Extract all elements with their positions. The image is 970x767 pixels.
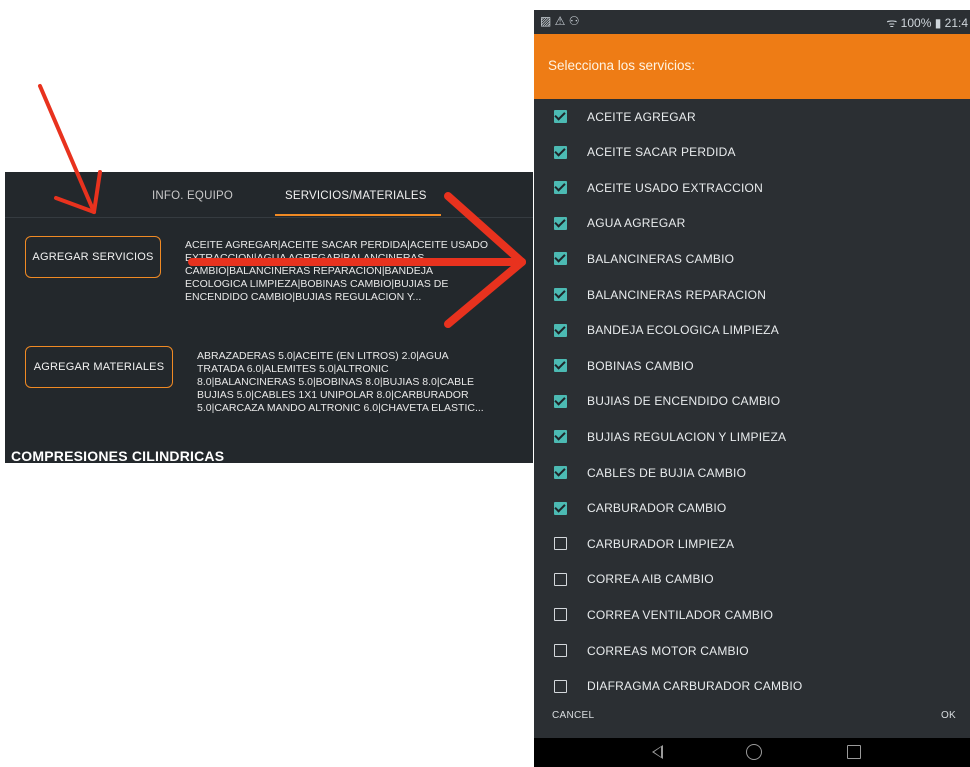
- service-option-label: BALANCINERAS REPARACION: [587, 287, 767, 302]
- service-option[interactable]: BALANCINERAS CAMBIO: [534, 241, 970, 276]
- tab-bar: INFO. EQUIPO SERVICIOS/MATERIALES: [5, 172, 533, 218]
- service-option-label: BOBINAS CAMBIO: [587, 358, 694, 373]
- status-indicators: ᯤ 100% ▮ 21:4: [886, 16, 968, 30]
- service-option-label: AGUA AGREGAR: [587, 216, 686, 231]
- services-summary: ACEITE AGREGAR|ACEITE SACAR PERDIDA|ACEI…: [185, 239, 489, 303]
- service-option[interactable]: AGUA AGREGAR: [534, 206, 970, 241]
- service-option[interactable]: BUJIAS DE ENCENDIDO CAMBIO: [534, 384, 970, 419]
- active-tab-indicator: [275, 214, 441, 216]
- service-option[interactable]: CORREA AIB CAMBIO: [534, 562, 970, 597]
- checkbox-checked-icon[interactable]: [554, 216, 567, 230]
- section-title: COMPRESIONES CILINDRICAS: [11, 448, 225, 464]
- service-option[interactable]: ACEITE SACAR PERDIDA: [534, 135, 970, 170]
- home-circle-icon[interactable]: [746, 744, 762, 760]
- services-list[interactable]: ACEITE AGREGAR ACEITE SACAR PERDIDA ACEITE…: [534, 99, 970, 699]
- checkbox-checked-icon[interactable]: [554, 323, 567, 337]
- service-option[interactable]: BANDEJA ECOLOGICA LIMPIEZA: [534, 313, 970, 348]
- tab-servicios-materiales[interactable]: SERVICIOS/MATERIALES: [285, 190, 427, 202]
- service-option-label: BUJIAS REGULACION Y LIMPIEZA: [587, 429, 787, 444]
- service-option[interactable]: CORREA VENTILADOR CAMBIO: [534, 597, 970, 632]
- service-option[interactable]: CARBURADOR LIMPIEZA: [534, 526, 970, 561]
- recent-square-icon[interactable]: [847, 745, 861, 759]
- checkbox-checked-icon[interactable]: [554, 394, 567, 408]
- ok-button[interactable]: OK: [941, 710, 956, 721]
- dialog-header: Selecciona los servicios:: [534, 34, 970, 99]
- service-option[interactable]: CABLES DE BUJIA CAMBIO: [534, 455, 970, 490]
- dialog-actions: CANCEL OK: [534, 700, 970, 738]
- service-option[interactable]: DIAFRAGMA CARBURADOR CAMBIO: [534, 669, 970, 699]
- service-option-label: CORREA VENTILADOR CAMBIO: [587, 607, 774, 622]
- checkbox-checked-icon[interactable]: [554, 466, 567, 479]
- dialog-title: Selecciona los servicios:: [548, 58, 696, 73]
- navigation-bar: [534, 738, 970, 767]
- checkbox-checked-icon[interactable]: [554, 430, 567, 444]
- service-option-label: ACEITE AGREGAR: [587, 109, 696, 124]
- service-option[interactable]: ACEITE AGREGAR: [534, 99, 970, 134]
- checkbox-checked-icon[interactable]: [554, 145, 567, 159]
- notification-icons: ▨ ⚠ ⚇: [540, 14, 580, 28]
- service-option-label: DIAFRAGMA CARBURADOR CAMBIO: [587, 679, 803, 694]
- app-screen: INFO. EQUIPO SERVICIOS/MATERIALES AGREGA…: [5, 172, 533, 464]
- service-option-label: CORREA AIB CAMBIO: [587, 572, 714, 587]
- service-option[interactable]: CORREAS MOTOR CAMBIO: [534, 633, 970, 668]
- add-materials-button[interactable]: AGREGAR MATERIALES: [25, 346, 173, 388]
- service-option-label: BUJIAS DE ENCENDIDO CAMBIO: [587, 394, 781, 409]
- checkbox-unchecked-icon[interactable]: [554, 537, 567, 551]
- service-option-label: CORREAS MOTOR CAMBIO: [587, 643, 749, 658]
- service-option-label: CARBURADOR LIMPIEZA: [587, 536, 735, 551]
- service-option-label: CARBURADOR CAMBIO: [587, 501, 727, 516]
- service-option-label: BANDEJA ECOLOGICA LIMPIEZA: [587, 323, 779, 338]
- services-dialog-screen: ▨ ⚠ ⚇ ᯤ 100% ▮ 21:4 Selecciona los servi…: [534, 10, 970, 767]
- checkbox-checked-icon[interactable]: [554, 359, 567, 373]
- service-option[interactable]: ACEITE USADO EXTRACCION: [534, 170, 970, 205]
- checkbox-checked-icon[interactable]: [554, 181, 567, 195]
- service-option[interactable]: BOBINAS CAMBIO: [534, 348, 970, 383]
- service-option-label: BALANCINERAS CAMBIO: [587, 251, 735, 266]
- back-triangle-icon[interactable]: [652, 745, 663, 759]
- checkbox-unchecked-icon[interactable]: [554, 679, 567, 693]
- add-services-button[interactable]: AGREGAR SERVICIOS: [25, 236, 161, 278]
- checkbox-unchecked-icon[interactable]: [554, 572, 567, 586]
- materials-summary: ABRAZADERAS 5.0|ACEITE (EN LITROS) 2.0|A…: [197, 350, 484, 414]
- checkbox-checked-icon[interactable]: [554, 288, 567, 301]
- status-bar: ▨ ⚠ ⚇ ᯤ 100% ▮ 21:4: [534, 10, 970, 34]
- tab-divider: [5, 217, 533, 218]
- service-option[interactable]: BUJIAS REGULACION Y LIMPIEZA: [534, 419, 970, 454]
- service-option[interactable]: BALANCINERAS REPARACION: [534, 277, 970, 312]
- service-option-label: CABLES DE BUJIA CAMBIO: [587, 465, 747, 480]
- service-option[interactable]: CARBURADOR CAMBIO: [534, 491, 970, 526]
- service-option-label: ACEITE USADO EXTRACCION: [587, 180, 763, 195]
- checkbox-unchecked-icon[interactable]: [554, 644, 567, 657]
- cancel-button[interactable]: CANCEL: [552, 710, 594, 721]
- tab-info-equipo[interactable]: INFO. EQUIPO: [152, 190, 233, 202]
- checkbox-checked-icon[interactable]: [554, 501, 567, 515]
- checkbox-checked-icon[interactable]: [554, 252, 567, 266]
- checkbox-checked-icon[interactable]: [554, 110, 567, 123]
- service-option-label: ACEITE SACAR PERDIDA: [587, 145, 736, 160]
- checkbox-unchecked-icon[interactable]: [554, 608, 567, 622]
